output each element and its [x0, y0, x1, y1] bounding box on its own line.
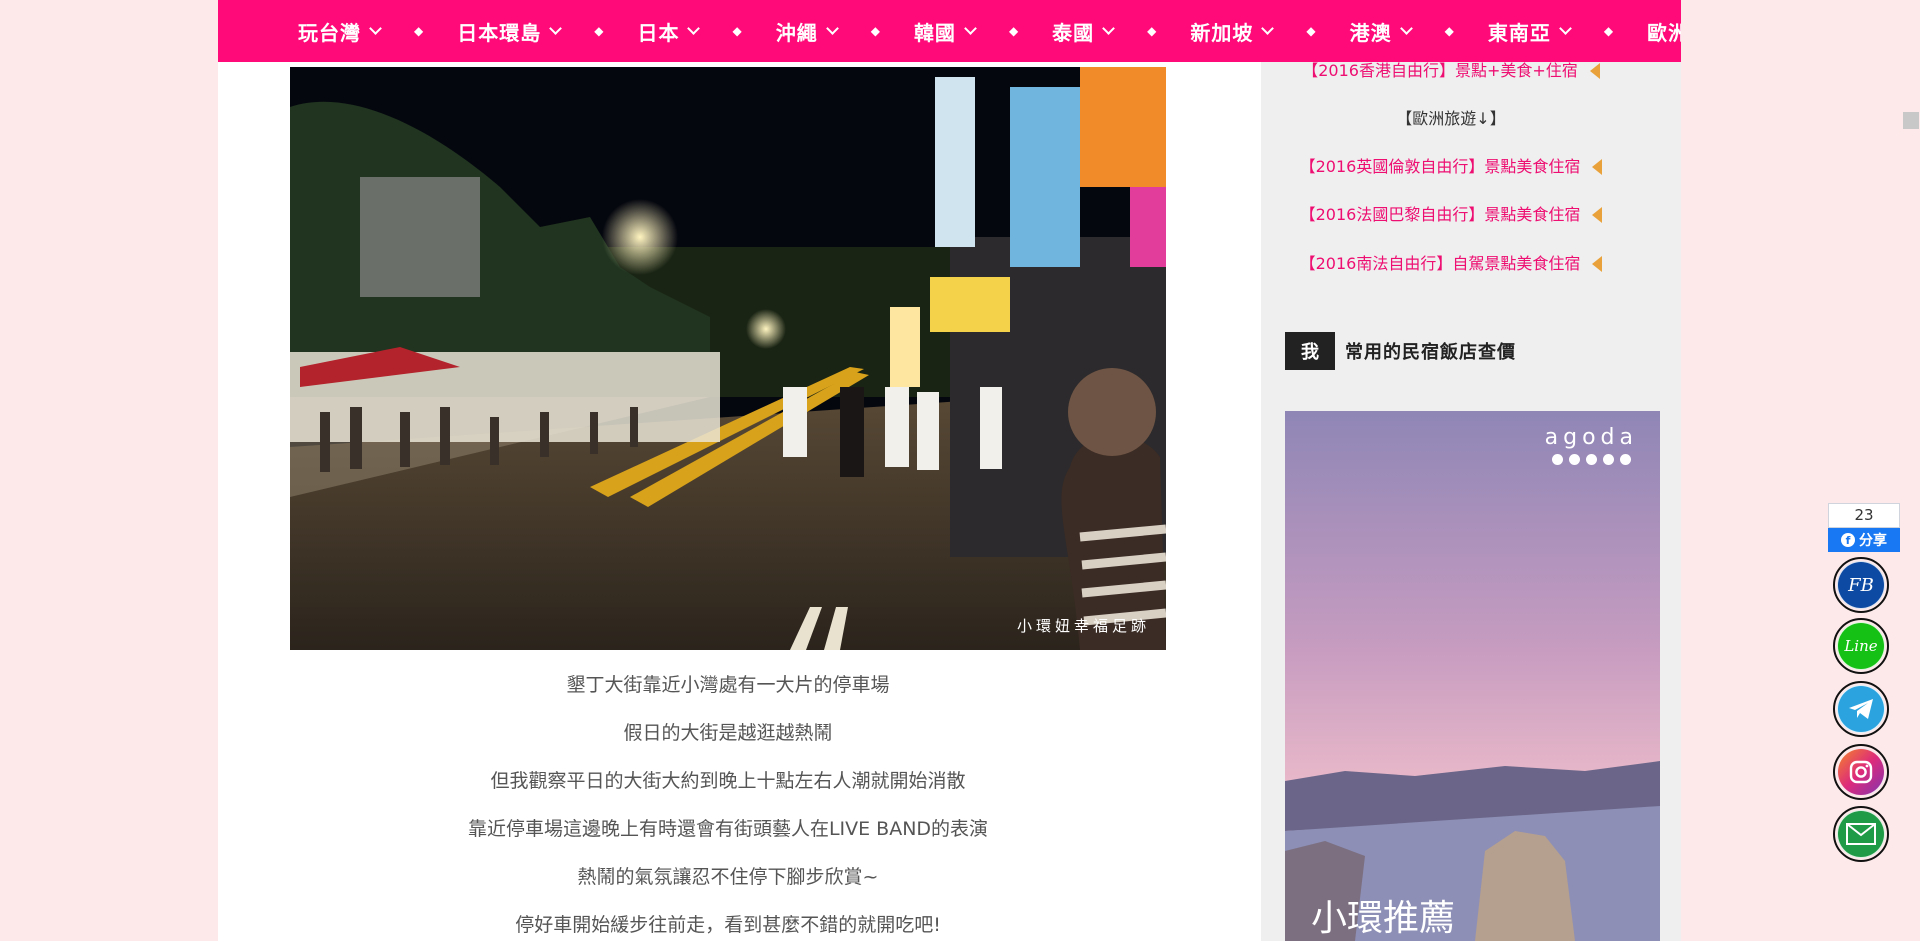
diamond-separator-icon: ◆ [1306, 24, 1316, 38]
scrollbar-thumb[interactable] [1903, 112, 1919, 129]
nav-item-singapore[interactable]: 新加坡 [1190, 17, 1275, 46]
agoda-ad-banner[interactable]: agoda 小環推薦 [1285, 411, 1660, 941]
sidebar-section-title: 我 常用的民宿飯店查價 [1285, 332, 1516, 370]
section-badge: 我 [1285, 332, 1335, 370]
diamond-separator-icon: ◆ [414, 24, 424, 38]
diamond-separator-icon: ◆ [1147, 24, 1157, 38]
ad-caption: 小環推薦 [1311, 898, 1456, 939]
email-icon [1837, 810, 1885, 858]
article-line: 但我觀察平日的大街大約到晚上十點左右人潮就開始消散 [490, 770, 966, 792]
chevron-down-icon [687, 21, 701, 35]
nav-label: 沖繩 [775, 20, 818, 45]
arrow-left-icon [1589, 63, 1600, 79]
article-body: 墾丁大街靠近小灣處有一大片的停車場 假日的大街是越逛越熱鬧 但我觀察平日的大街大… [218, 662, 1238, 941]
nav-label: 泰國 [1052, 20, 1095, 45]
article-line: 靠近停車場這邊晚上有時還會有街頭藝人在LIVE BAND的表演 [467, 818, 989, 840]
nav-item-japan[interactable]: 日本 [637, 17, 701, 46]
nav-item-korea[interactable]: 韓國 [913, 17, 977, 46]
agoda-logo: agoda [1545, 425, 1638, 465]
email-button[interactable] [1833, 806, 1889, 862]
agoda-logo-text: agoda [1544, 425, 1638, 450]
facebook-icon: FB [1837, 561, 1885, 609]
sidebar-europe-header: 【歐洲旅遊↓】 [1396, 109, 1506, 128]
sidebar-link-london[interactable]: 【2016英國倫敦自由行】景點美食住宿 [1261, 153, 1641, 177]
top-navigation: 玩台灣 ◆ 日本環島 ◆ 日本 ◆ 沖繩 ◆ 韓國 ◆ 泰國 ◆ 新加坡 ◆ 港… [218, 0, 1681, 62]
nav-label: 港澳 [1349, 20, 1392, 45]
article-line: 墾丁大街靠近小灣處有一大片的停車場 [566, 674, 890, 696]
diamond-separator-icon: ◆ [1603, 24, 1614, 38]
chevron-down-icon [1261, 21, 1275, 35]
diamond-separator-icon: ◆ [1008, 24, 1019, 38]
nav-item-okinawa[interactable]: 沖繩 [775, 17, 839, 46]
section-title-text: 常用的民宿飯店查價 [1345, 342, 1516, 363]
nav-label: 日本 [637, 20, 680, 45]
share-button-label: 分享 [1859, 533, 1887, 549]
sidebar-link-hongkong[interactable]: 【2016香港自由行】景點+美食+住宿 [1261, 62, 1641, 81]
chevron-down-icon [1102, 21, 1116, 35]
instagram-icon [1837, 748, 1885, 796]
diamond-separator-icon: ◆ [870, 24, 880, 38]
chevron-down-icon [964, 21, 977, 35]
article-photo-night-street: 小環妞幸福足跡 [290, 67, 1166, 650]
diamond-separator-icon: ◆ [1444, 24, 1454, 38]
arrow-left-icon [1592, 159, 1603, 175]
diamond-separator-icon: ◆ [732, 24, 742, 38]
nav-item-taiwan[interactable]: 玩台灣 [298, 17, 382, 46]
nav-item-thailand[interactable]: 泰國 [1052, 17, 1116, 46]
telegram-icon [1837, 685, 1885, 733]
nav-label: 東南亞 [1487, 20, 1551, 45]
nav-item-southeast-asia[interactable]: 東南亞 [1487, 17, 1572, 46]
chevron-down-icon [825, 21, 839, 35]
nav-label: 日本環島 [457, 20, 542, 45]
nav-item-europe[interactable]: 歐洲 [1647, 17, 1681, 46]
agoda-dots-icon [1545, 454, 1638, 465]
article-line: 熱鬧的氣氛讓忍不住停下腳步欣賞~ [577, 866, 879, 888]
nav-label: 新加坡 [1190, 20, 1254, 45]
nav-item-hk-macau[interactable]: 港澳 [1349, 17, 1413, 46]
arrow-left-icon [1592, 256, 1603, 272]
telegram-button[interactable] [1833, 681, 1889, 737]
night-market-illustration: 小環妞幸福足跡 [290, 67, 1166, 650]
sidebar-link-south-france[interactable]: 【2016南法自由行】自駕景點美食住宿 [1261, 250, 1641, 274]
chevron-down-icon [549, 21, 563, 35]
nav-label: 歐洲 [1647, 20, 1681, 45]
facebook-button[interactable]: FB [1833, 557, 1889, 613]
nav-label: 玩台灣 [298, 20, 361, 45]
arrow-left-icon [1592, 207, 1603, 223]
chevron-down-icon [1399, 21, 1413, 35]
article-line: 停好車開始緩步往前走，看到甚麼不錯的就開吃吧! [515, 914, 941, 936]
share-count: 23 [1828, 503, 1900, 528]
chevron-down-icon [1559, 21, 1572, 35]
facebook-icon: f [1841, 533, 1855, 547]
sidebar: 【2016香港自由行】景點+美食+住宿 【歐洲旅遊↓】 【2016英國倫敦自由行… [1261, 62, 1681, 941]
page-frame: 玩台灣 ◆ 日本環島 ◆ 日本 ◆ 沖繩 ◆ 韓國 ◆ 泰國 ◆ 新加坡 ◆ 港… [218, 0, 1681, 941]
line-icon: Line [1837, 622, 1885, 670]
sidebar-link-label: 【2016南法自由行】自駕景點美食住宿 [1299, 254, 1581, 273]
sidebar-link-label: 【2016英國倫敦自由行】景點美食住宿 [1299, 157, 1581, 176]
photo-watermark: 小環妞幸福足跡 [1017, 617, 1150, 635]
nav-item-japan-round[interactable]: 日本環島 [457, 17, 563, 46]
sidebar-link-label: 【2016香港自由行】景點+美食+住宿 [1302, 62, 1578, 80]
nav-label: 韓國 [913, 20, 956, 45]
diamond-separator-icon: ◆ [594, 24, 604, 38]
ad-background-illustration [1285, 411, 1660, 941]
facebook-share-button[interactable]: f 分享 [1828, 528, 1900, 552]
sidebar-link-label: 【2016法國巴黎自由行】景點美食住宿 [1299, 205, 1581, 224]
article-line: 假日的大街是越逛越熱鬧 [623, 722, 833, 744]
chevron-down-icon [369, 21, 382, 35]
sidebar-link-paris[interactable]: 【2016法國巴黎自由行】景點美食住宿 [1261, 201, 1641, 225]
line-button[interactable]: Line [1833, 618, 1889, 674]
instagram-button[interactable] [1833, 744, 1889, 800]
